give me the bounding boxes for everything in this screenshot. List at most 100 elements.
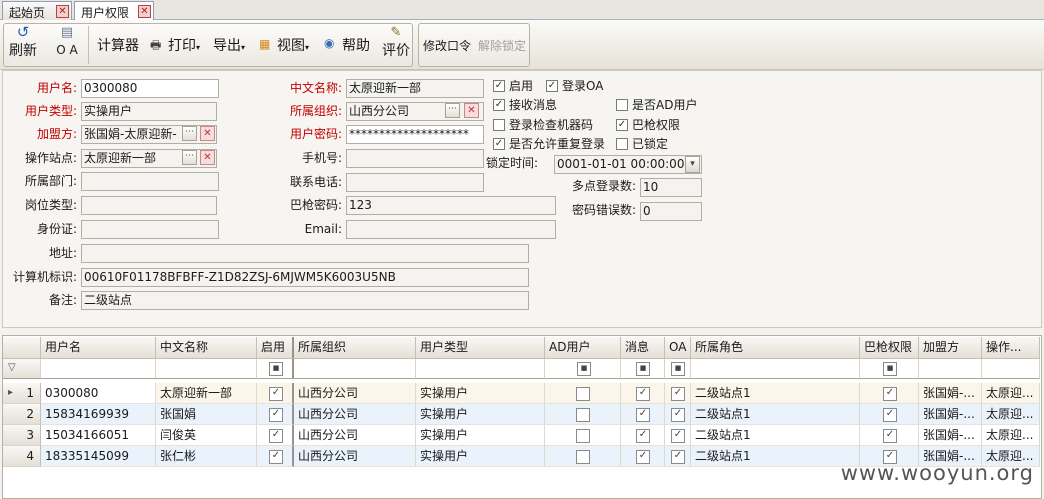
- row-header[interactable]: 4: [3, 446, 41, 467]
- oa-button[interactable]: ▤ O A: [52, 25, 82, 65]
- table-cell-type[interactable]: 实操用户: [416, 425, 545, 446]
- table-cell-org[interactable]: 山西分公司: [294, 446, 416, 467]
- column-header-scanperm[interactable]: 巴枪权限: [860, 337, 919, 359]
- table-cell-org[interactable]: 山西分公司: [294, 404, 416, 425]
- evaluate-button[interactable]: ✎ 评价: [380, 25, 412, 65]
- table-cell-enable[interactable]: ✓: [257, 425, 294, 446]
- loginoa-checkbox[interactable]: ✓: [546, 80, 558, 92]
- table-checkbox[interactable]: ✓: [269, 450, 283, 464]
- station-clear-button[interactable]: ✕: [200, 150, 215, 165]
- dept-input[interactable]: [81, 172, 219, 191]
- remark-input[interactable]: 二级站点: [81, 291, 529, 310]
- org-clear-button[interactable]: ✕: [464, 103, 479, 118]
- table-cell-scan[interactable]: ✓: [860, 425, 919, 446]
- table-checkbox[interactable]: ✓: [636, 450, 650, 464]
- scanpwd-input[interactable]: 123: [346, 196, 556, 215]
- locked-checkbox[interactable]: [616, 138, 628, 150]
- enable-checkbox[interactable]: ✓: [493, 80, 505, 92]
- table-cell-role[interactable]: 二级站点1: [691, 446, 860, 467]
- filter-org[interactable]: [294, 359, 416, 379]
- table-cell-cn[interactable]: 闫俊英: [156, 425, 257, 446]
- table-cell-msg[interactable]: ✓: [621, 446, 665, 467]
- table-cell-msg[interactable]: ✓: [621, 383, 665, 404]
- table-cell-role[interactable]: 二级站点1: [691, 404, 860, 425]
- pwderr-input[interactable]: 0: [640, 202, 702, 221]
- filter-checkbox[interactable]: ■: [577, 362, 591, 376]
- table-cell-oa[interactable]: ✓: [665, 425, 691, 446]
- table-checkbox[interactable]: ✓: [883, 387, 897, 401]
- scan-permission-checkbox[interactable]: ✓: [616, 119, 628, 131]
- email-input[interactable]: [346, 220, 556, 239]
- table-checkbox[interactable]: ✓: [636, 429, 650, 443]
- column-header-role[interactable]: 所属角色: [691, 337, 860, 359]
- table-cell-oa[interactable]: ✓: [665, 404, 691, 425]
- org-browse-button[interactable]: ⋯: [445, 103, 460, 118]
- table-checkbox[interactable]: ✓: [883, 429, 897, 443]
- table-cell-fr[interactable]: 张国娟-...: [919, 425, 982, 446]
- table-cell-user[interactable]: 15034166051: [41, 425, 156, 446]
- table-cell-enable[interactable]: ✓: [257, 383, 294, 404]
- help-button[interactable]: 帮助: [342, 35, 370, 55]
- table-cell-cn[interactable]: 张国娟: [156, 404, 257, 425]
- table-cell-scan[interactable]: ✓: [860, 383, 919, 404]
- table-checkbox[interactable]: ✓: [269, 429, 283, 443]
- mobile-input[interactable]: [346, 149, 484, 168]
- filter-role[interactable]: [691, 359, 860, 379]
- filter-scanperm[interactable]: ■: [860, 359, 919, 379]
- table-checkbox[interactable]: ✓: [883, 408, 897, 422]
- table-cell-ad[interactable]: [545, 446, 621, 467]
- table-cell-oa[interactable]: ✓: [665, 446, 691, 467]
- table-cell-op[interactable]: 太原迎...: [982, 425, 1040, 446]
- station-browse-button[interactable]: ⋯: [182, 150, 197, 165]
- table-cell-role[interactable]: 二级站点1: [691, 383, 860, 404]
- table-cell-ad[interactable]: [545, 404, 621, 425]
- idcard-input[interactable]: [81, 220, 219, 239]
- tab-user-permission[interactable]: 用户权限 ✕: [74, 1, 154, 21]
- machine-input[interactable]: 00610F01178BFBFF-Z1D82ZSJ-6MJWM5K6003U5N…: [81, 268, 529, 287]
- table-checkbox[interactable]: [576, 450, 590, 464]
- table-cell-enable[interactable]: ✓: [257, 446, 294, 467]
- receive-message-checkbox[interactable]: ✓: [493, 99, 505, 111]
- table-cell-cn[interactable]: 张仁彬: [156, 446, 257, 467]
- franchise-browse-button[interactable]: ⋯: [182, 126, 197, 141]
- table-checkbox[interactable]: ✓: [671, 387, 685, 401]
- table-checkbox[interactable]: ✓: [671, 408, 685, 422]
- column-header-oa[interactable]: OA: [665, 337, 691, 359]
- cnname-input[interactable]: 太原迎新一部: [346, 79, 484, 98]
- table-cell-msg[interactable]: ✓: [621, 425, 665, 446]
- table-cell-fr[interactable]: 张国娟-...: [919, 383, 982, 404]
- column-header-cnname[interactable]: 中文名称: [156, 337, 257, 359]
- table-cell-type[interactable]: 实操用户: [416, 404, 545, 425]
- filter-checkbox[interactable]: ■: [671, 362, 685, 376]
- table-checkbox[interactable]: ✓: [636, 387, 650, 401]
- allow-repeat-login-checkbox[interactable]: ✓: [493, 138, 505, 150]
- table-cell-msg[interactable]: ✓: [621, 404, 665, 425]
- table-cell-user[interactable]: 18335145099: [41, 446, 156, 467]
- table-checkbox[interactable]: ✓: [636, 408, 650, 422]
- change-password-button[interactable]: 修改口令: [423, 37, 471, 54]
- table-checkbox[interactable]: [576, 387, 590, 401]
- row-header[interactable]: 3: [3, 425, 41, 446]
- table-cell-ad[interactable]: [545, 425, 621, 446]
- column-header-username[interactable]: 用户名: [41, 337, 156, 359]
- column-header-message[interactable]: 消息: [621, 337, 665, 359]
- username-input[interactable]: 0300080: [81, 79, 219, 98]
- row-header[interactable]: ▸ 1: [3, 383, 41, 404]
- table-cell-org[interactable]: 山西分公司: [294, 383, 416, 404]
- address-input[interactable]: [81, 244, 529, 263]
- table-cell-ad[interactable]: [545, 383, 621, 404]
- refresh-button[interactable]: ↺ 刷新: [6, 25, 40, 65]
- view-button[interactable]: 视图▾: [277, 35, 309, 55]
- filter-oa[interactable]: ■: [665, 359, 691, 379]
- column-header-station[interactable]: 操作...: [982, 337, 1040, 359]
- table-cell-user[interactable]: 15834169939: [41, 404, 156, 425]
- export-button[interactable]: 导出▾: [213, 35, 245, 55]
- filter-aduser[interactable]: ■: [545, 359, 621, 379]
- close-icon[interactable]: ✕: [56, 5, 69, 18]
- table-cell-op[interactable]: 太原迎...: [982, 383, 1040, 404]
- table-cell-type[interactable]: 实操用户: [416, 446, 545, 467]
- multilogin-input[interactable]: 10: [640, 178, 702, 197]
- table-cell-org[interactable]: 山西分公司: [294, 425, 416, 446]
- unlock-button[interactable]: 解除锁定: [478, 37, 526, 54]
- table-cell-cn[interactable]: 太原迎新一部: [156, 383, 257, 404]
